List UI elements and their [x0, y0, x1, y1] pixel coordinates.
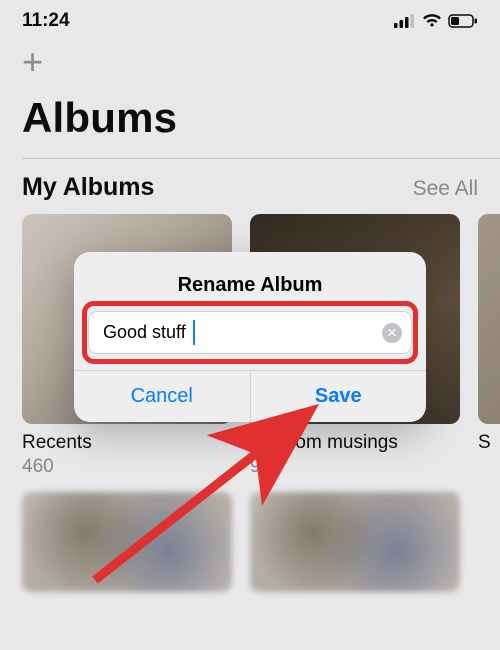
close-icon: ✕	[387, 326, 398, 339]
album-name: S	[478, 432, 500, 454]
clear-input-button[interactable]: ✕	[382, 323, 402, 343]
album-count: 9	[250, 456, 460, 478]
wifi-icon	[422, 14, 442, 28]
album-thumbnail	[478, 214, 500, 424]
page-title: Albums	[22, 94, 478, 142]
rename-album-dialog: Rename Album ✕ Cancel Save	[74, 252, 426, 422]
album-row-second	[0, 478, 500, 592]
my-albums-header: My Albums See All	[0, 159, 500, 214]
header: + Albums	[0, 36, 500, 142]
dialog-buttons: Cancel Save	[74, 370, 426, 422]
album-card-partial[interactable]: S	[478, 214, 500, 478]
see-all-link[interactable]: See All	[413, 177, 478, 201]
add-album-button[interactable]: +	[22, 44, 58, 80]
album-count: 460	[22, 456, 232, 478]
album-thumbnail-blurred	[22, 492, 232, 592]
section-title: My Albums	[22, 173, 154, 202]
save-button[interactable]: Save	[250, 371, 427, 422]
status-time: 11:24	[22, 10, 70, 32]
cancel-button[interactable]: Cancel	[74, 371, 250, 422]
album-name-input[interactable]	[88, 311, 412, 354]
cellular-icon	[394, 14, 416, 28]
dialog-title: Rename Album	[74, 252, 426, 311]
album-name-input-wrap: ✕	[88, 311, 412, 354]
album-name: Random musings	[250, 432, 460, 454]
status-bar: 11:24	[0, 0, 500, 36]
album-thumbnail-blurred	[250, 492, 460, 592]
battery-icon	[448, 14, 478, 28]
text-caret	[193, 320, 195, 345]
album-name: Recents	[22, 432, 232, 454]
status-icons	[394, 14, 478, 28]
